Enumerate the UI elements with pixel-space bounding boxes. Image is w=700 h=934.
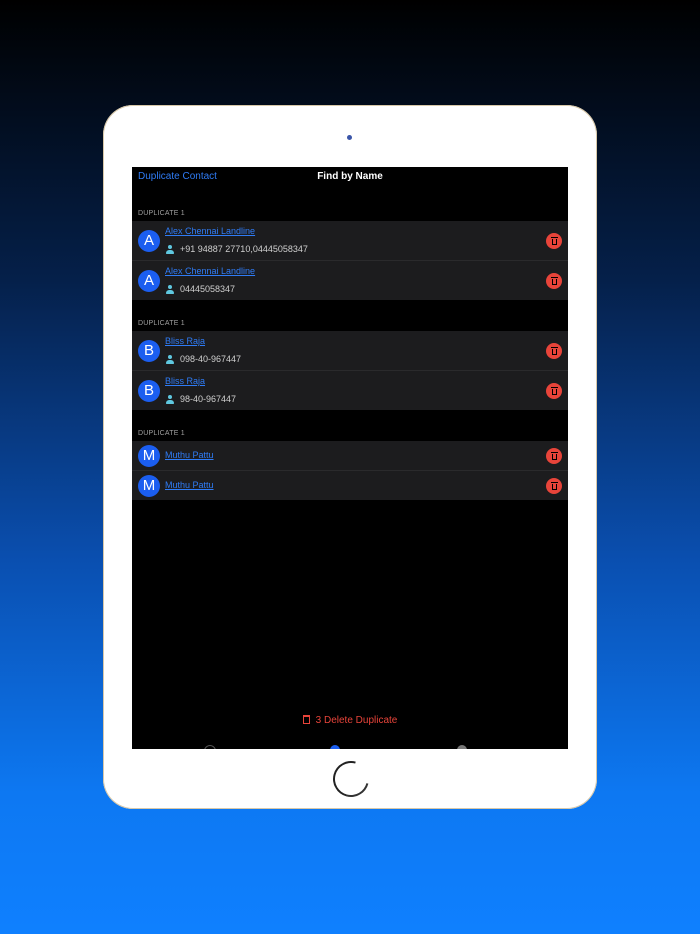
delete-duplicates-button[interactable]: 3 Delete Duplicate (132, 715, 568, 726)
avatar: B (138, 380, 160, 402)
phone-line: 098-40-967447 (166, 354, 241, 364)
home-button[interactable] (326, 754, 376, 804)
trash-icon (550, 387, 558, 395)
phone-number: 098-40-967447 (180, 354, 242, 364)
person-icon (166, 284, 174, 294)
contact-name-link[interactable]: Muthu Pattu (165, 450, 214, 460)
avatar: A (138, 230, 160, 252)
contact-row[interactable]: M Muthu Pattu (132, 471, 568, 500)
delete-button[interactable] (546, 233, 562, 249)
phone-number: 98-40-967447 (180, 394, 237, 404)
section-header: DUPLICATE 1 (138, 430, 185, 437)
avatar: M (138, 445, 160, 467)
contact-name-link[interactable]: Alex Chennai Landline (165, 266, 255, 276)
contact-row[interactable]: B Bliss Raja 98-40-967447 (132, 371, 568, 410)
duplicate-group: B Bliss Raja 098-40-967447 B Bliss Raja … (132, 331, 568, 410)
delete-button[interactable] (546, 448, 562, 464)
duplicate-group: A Alex Chennai Landline +91 94887 27710,… (132, 221, 568, 300)
phone-line: 98-40-967447 (166, 394, 236, 404)
trash-icon (302, 715, 310, 724)
person-icon (166, 244, 174, 254)
person-icon (166, 354, 174, 364)
avatar: A (138, 270, 160, 292)
tab-bar-item[interactable] (330, 745, 340, 749)
contact-name-link[interactable]: Bliss Raja (165, 376, 205, 386)
tab-bar-item[interactable] (204, 745, 216, 749)
section-header: DUPLICATE 1 (138, 210, 185, 217)
contact-name-link[interactable]: Muthu Pattu (165, 480, 214, 490)
navigation-bar: Duplicate Contact Find by Name (132, 167, 568, 189)
delete-button[interactable] (546, 343, 562, 359)
phone-number: 04445058347 (180, 284, 236, 294)
phone-line: 04445058347 (166, 284, 235, 294)
page-title: Find by Name (317, 171, 383, 182)
trash-icon (550, 237, 558, 245)
contact-row[interactable]: A Alex Chennai Landline 04445058347 (132, 261, 568, 300)
trash-icon (550, 452, 558, 460)
delete-button[interactable] (546, 273, 562, 289)
avatar: M (138, 475, 160, 497)
avatar: B (138, 340, 160, 362)
contact-row[interactable]: A Alex Chennai Landline +91 94887 27710,… (132, 221, 568, 261)
tab-bar-item[interactable] (457, 745, 467, 749)
contact-name-link[interactable]: Alex Chennai Landline (165, 226, 255, 236)
trash-icon (550, 347, 558, 355)
delete-duplicates-label: 3 Delete Duplicate (315, 715, 398, 726)
section-header: DUPLICATE 1 (138, 320, 185, 327)
app-screen: Duplicate Contact Find by Name DUPLICATE… (132, 167, 568, 749)
trash-icon (550, 277, 558, 285)
contact-row[interactable]: B Bliss Raja 098-40-967447 (132, 331, 568, 371)
phone-line: +91 94887 27710,04445058347 (166, 244, 308, 254)
contact-name-link[interactable]: Bliss Raja (165, 336, 205, 346)
delete-button[interactable] (546, 383, 562, 399)
trash-icon (550, 482, 558, 490)
phone-number: +91 94887 27710,04445058347 (180, 244, 308, 254)
front-camera (347, 135, 352, 140)
contact-row[interactable]: M Muthu Pattu (132, 441, 568, 471)
ipad-frame: Duplicate Contact Find by Name DUPLICATE… (103, 105, 597, 809)
delete-button[interactable] (546, 478, 562, 494)
person-icon (166, 394, 174, 404)
duplicate-group: M Muthu Pattu M Muthu Pattu (132, 441, 568, 500)
